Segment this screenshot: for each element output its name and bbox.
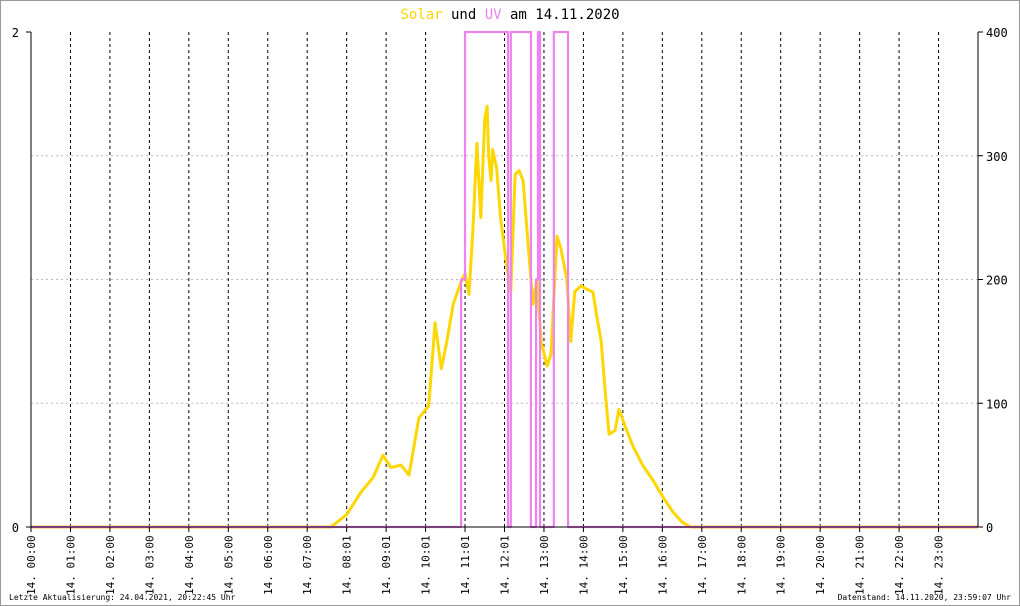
x-tick-label: 14. 02:00 [104, 535, 117, 595]
x-tick-label: 14. 13:00 [538, 535, 551, 595]
x-tick-label: 14. 16:00 [656, 535, 669, 595]
x-tick-label: 14. 17:00 [696, 535, 709, 595]
x-tick-label: 14. 19:00 [775, 535, 788, 595]
x-tick-label: 14. 09:01 [380, 535, 393, 595]
x-tick-label: 14. 14:00 [577, 535, 590, 595]
right-tick-label: 100 [986, 397, 1008, 411]
x-tick-label: 14. 18:00 [735, 535, 748, 595]
grid [31, 32, 978, 527]
solar-uv-chart: 0 100 200 300 400 0 2 14. 00:00 14. 01:00 14. 02:… [12, 7, 1008, 595]
right-tick-label: 400 [986, 26, 1008, 40]
x-tick-label: 14. 04:00 [183, 535, 196, 595]
x-tick-label: 14. 23:00 [933, 535, 946, 595]
chart-title: Solar und UV am 14.11.2020 [400, 7, 619, 23]
data-status-text: Datenstand: 14.11.2020, 23:59:07 Uhr [837, 593, 1011, 602]
x-tick-label: 14. 11:01 [459, 535, 472, 595]
x-tick-label: 14. 08:01 [341, 535, 354, 595]
x-tick-label: 14. 10:01 [420, 535, 433, 595]
right-tick-label: 300 [986, 150, 1008, 164]
x-tick-label: 14. 20:00 [814, 535, 827, 595]
last-update-text: Letzte Aktualisierung: 24.04.2021, 20:22… [9, 593, 236, 602]
x-tick-label: 14. 00:00 [25, 535, 38, 595]
x-tick-label: 14. 12:01 [499, 535, 512, 595]
x-tick-label: 14. 21:00 [854, 535, 867, 595]
x-tick-label: 14. 03:00 [143, 535, 156, 595]
left-tick-label: 0 [12, 521, 19, 535]
right-tick-label: 0 [986, 521, 993, 535]
x-tick-label: 14. 01:00 [64, 535, 77, 595]
right-tick-label: 200 [986, 274, 1008, 288]
x-tick-label: 14. 05:00 [222, 535, 235, 595]
x-tick-label: 14. 06:00 [262, 535, 275, 595]
x-tick-label: 14. 15:00 [617, 535, 630, 595]
x-tick-label: 14. 22:00 [893, 535, 906, 595]
left-tick-label: 2 [12, 26, 19, 40]
x-tick-label: 14. 07:00 [301, 535, 314, 595]
chart-container: 0 100 200 300 400 0 2 14. 00:00 14. 01:00 14. 02:… [0, 0, 1020, 606]
